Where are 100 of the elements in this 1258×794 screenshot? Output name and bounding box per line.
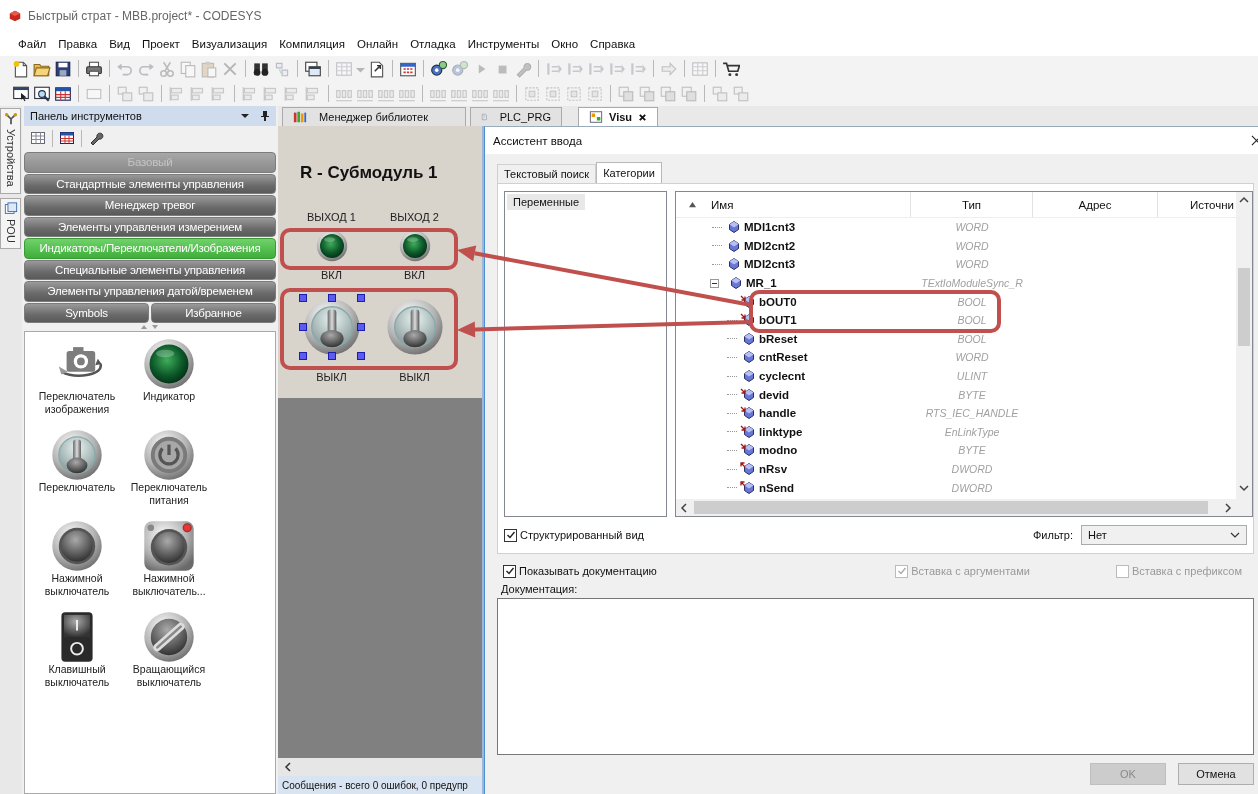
window-pointer-icon[interactable]: [12, 84, 30, 103]
checkbox[interactable]: [503, 564, 516, 578]
menu-item[interactable]: Инструменты: [461, 38, 546, 50]
windows-icon[interactable]: [304, 59, 322, 78]
variable-name[interactable]: MDI2cnt3: [744, 258, 796, 271]
scroll-left-icon[interactable]: [680, 502, 688, 513]
column-header[interactable]: Тип: [911, 192, 1033, 217]
scroll-right-icon[interactable]: [1224, 502, 1232, 513]
lamp-icon[interactable]: [315, 230, 348, 262]
selection-handle[interactable]: [356, 294, 365, 302]
push-button-icon[interactable]: [143, 520, 195, 572]
toggle-switch-icon[interactable]: [302, 298, 361, 356]
side-tab[interactable]: Устройства: [0, 108, 21, 194]
variable-name[interactable]: nRsv: [759, 463, 788, 475]
export-icon[interactable]: [368, 59, 386, 78]
scroll-up-icon[interactable]: [1239, 196, 1249, 204]
menu-item[interactable]: Визуализация: [185, 38, 274, 50]
gears-icon[interactable]: [430, 59, 448, 78]
selection-handle[interactable]: [356, 323, 365, 331]
column-header[interactable]: Источни: [1158, 192, 1236, 217]
editor-tab[interactable]: Visu: [578, 107, 659, 126]
category-button[interactable]: Специальные элементы управления: [24, 259, 276, 280]
selection-handle[interactable]: [327, 352, 336, 360]
variable-name[interactable]: linktype: [759, 425, 803, 438]
column-header[interactable]: Адрес: [1033, 192, 1158, 217]
scrollbar-thumb[interactable]: [694, 501, 1208, 514]
side-tab[interactable]: POU: [0, 197, 21, 250]
scrollbar-thumb[interactable]: [1238, 268, 1250, 346]
element-label[interactable]: Клавишный выключатель: [31, 663, 123, 689]
checkbox[interactable]: [504, 528, 517, 542]
category-button[interactable]: Элементы управления датой/временем: [24, 281, 276, 302]
category-button[interactable]: Менеджер тревог: [24, 195, 276, 216]
table-icon[interactable]: [59, 130, 75, 146]
printer-icon[interactable]: [85, 59, 103, 78]
variable-name[interactable]: bReset: [759, 332, 798, 345]
magnifier-icon[interactable]: [33, 84, 51, 103]
category-button[interactable]: Избранное: [151, 302, 276, 323]
editor-tab[interactable]: PLC_PRG: [470, 107, 562, 126]
variable-name[interactable]: devid: [759, 388, 790, 401]
element-label[interactable]: Индикатор: [142, 390, 196, 403]
category-button[interactable]: Элементы управления измерением: [24, 216, 276, 237]
menu-item[interactable]: Проект: [135, 38, 186, 50]
grid-icon[interactable]: [30, 130, 46, 146]
menu-item[interactable]: Вид: [103, 38, 136, 50]
dialog-button[interactable]: Отмена: [1178, 763, 1254, 785]
column-header[interactable]: Имя: [711, 198, 734, 211]
documentation-field[interactable]: [497, 598, 1254, 755]
variable-name[interactable]: cntReset: [759, 351, 808, 364]
toggle-switch-icon[interactable]: [51, 429, 103, 481]
variable-name[interactable]: MDI1cnt3: [744, 221, 796, 234]
checkbox-label[interactable]: Показывать документацию: [519, 565, 657, 577]
push-button-icon[interactable]: [51, 520, 103, 572]
variable-name[interactable]: modno: [759, 444, 798, 457]
toggle-switch-icon[interactable]: [385, 298, 444, 356]
horizontal-scrollbar[interactable]: [676, 499, 1236, 516]
sort-arrow-icon[interactable]: [688, 201, 697, 208]
element-label[interactable]: Переключатель изображения: [31, 390, 123, 416]
menu-item[interactable]: Файл: [12, 38, 53, 50]
category-button[interactable]: Symbols: [24, 302, 149, 323]
category-button[interactable]: Стандартные элементы управления: [24, 173, 276, 194]
selection-handle[interactable]: [298, 323, 307, 331]
selection-handle[interactable]: [298, 352, 307, 360]
editor-tab[interactable]: Менеджер библиотек: [282, 107, 466, 126]
menu-item[interactable]: Правка: [52, 38, 104, 50]
variable-name[interactable]: handle: [759, 407, 797, 420]
scroll-left-icon[interactable]: [284, 762, 292, 772]
element-label[interactable]: Переключатель питания: [123, 481, 215, 507]
category-item[interactable]: Переменные: [507, 194, 586, 210]
new-document-icon[interactable]: [12, 59, 30, 78]
menu-item[interactable]: Компиляция: [273, 38, 351, 50]
scroll-down-icon[interactable]: [1239, 484, 1249, 492]
rotary-switch-icon[interactable]: [143, 611, 195, 663]
variable-name[interactable]: MR_1: [746, 277, 777, 290]
element-label[interactable]: Нажимной выключатель: [31, 572, 123, 598]
selection-handle[interactable]: [327, 294, 336, 302]
variable-name[interactable]: nSend: [759, 481, 795, 494]
element-label[interactable]: Вращающийся выключатель: [123, 663, 215, 689]
menu-item[interactable]: Отладка: [404, 38, 462, 50]
menu-item[interactable]: Справка: [584, 38, 642, 50]
close-icon[interactable]: [638, 112, 648, 122]
dropdown-caret-icon[interactable]: [240, 111, 250, 121]
dialog-tab[interactable]: Текстовый поиск: [497, 164, 597, 183]
lamp-icon[interactable]: [398, 230, 431, 262]
table-icon[interactable]: [54, 84, 72, 103]
splitter-arrows-icon[interactable]: [140, 324, 160, 330]
checkbox-label[interactable]: Структурированный вид: [520, 529, 644, 541]
selection-handle[interactable]: [298, 294, 307, 302]
menu-item[interactable]: Онлайн: [350, 38, 405, 50]
power-button-icon[interactable]: [143, 429, 195, 481]
menu-item[interactable]: Окно: [545, 38, 585, 50]
dialog-tab[interactable]: Категории: [596, 162, 662, 183]
variable-name[interactable]: bOUT1: [759, 314, 797, 327]
lamp-icon[interactable]: [143, 338, 195, 390]
wrench-icon[interactable]: [88, 130, 104, 146]
filter-dropdown[interactable]: Нет: [1081, 525, 1247, 545]
selection-handle[interactable]: [356, 352, 365, 360]
pin-icon[interactable]: [260, 110, 270, 122]
variable-name[interactable]: MDI2cnt2: [744, 239, 796, 252]
horizontal-scrollbar[interactable]: [278, 758, 482, 776]
element-label[interactable]: Нажимной выключатель...: [123, 572, 215, 598]
